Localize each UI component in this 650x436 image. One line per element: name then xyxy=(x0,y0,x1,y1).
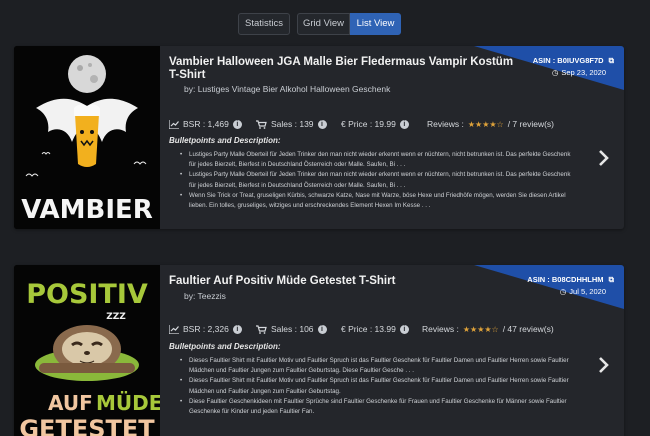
product-thumbnail[interactable]: POSITIV ZZZ AUF MÜDE GETESTET xyxy=(14,265,160,436)
list-item: Lustiges Party Malle Oberteil für Jeden … xyxy=(180,150,578,170)
product-card: VAMBIER Vambier Halloween JGA Malle Bier… xyxy=(14,46,624,229)
svg-text:MÜDE: MÜDE xyxy=(96,391,160,415)
asin-label: ASIN : B0IUVG8F7D ⧉ xyxy=(532,56,614,66)
list-item: Diese Faultier Geschenkideen mit Faultie… xyxy=(180,397,578,417)
star-rating: ★★★★☆ xyxy=(462,324,499,334)
grid-view-button[interactable]: Grid View xyxy=(297,13,350,35)
bulletpoints-list: Dieses Faultier Shirt mit Faultier Motiv… xyxy=(180,356,578,417)
svg-text:POSITIV: POSITIV xyxy=(26,279,148,310)
list-item: Wenn Sie Trick or Treat, gruseligen Kürb… xyxy=(180,191,578,211)
chart-icon xyxy=(169,119,179,129)
svg-text:ZZZ: ZZZ xyxy=(106,312,126,322)
cart-icon xyxy=(256,119,267,129)
chevron-right-icon[interactable] xyxy=(597,149,611,167)
publish-date: ◷ Jul 5, 2020 xyxy=(559,287,606,296)
svg-text:VAMBIER: VAMBIER xyxy=(21,195,153,225)
vambier-design-image: VAMBIER xyxy=(14,46,160,229)
svg-text:GETESTET: GETESTET xyxy=(19,415,155,436)
clock-icon: ◷ xyxy=(559,287,567,296)
clock-icon: ◷ xyxy=(551,68,559,77)
info-icon[interactable]: i xyxy=(232,119,242,129)
price-stat: € Price : 19.99 i xyxy=(341,119,409,129)
list-item: Lustiges Party Malle Oberteil für Jeden … xyxy=(180,170,578,190)
sales-stat: Sales : 139 i xyxy=(256,119,327,129)
info-icon[interactable]: i xyxy=(317,324,327,334)
copy-icon[interactable]: ⧉ xyxy=(609,275,614,285)
product-title-line-1[interactable]: Vambier Halloween JGA Malle Bier Flederm… xyxy=(169,56,513,69)
product-card: POSITIV ZZZ AUF MÜDE GETESTET Faultier A… xyxy=(14,265,624,436)
reviews-stat: Reviews : ★★★★☆ / 7 review(s) xyxy=(427,119,554,129)
list-item: Dieses Faultier Shirt mit Faultier Motiv… xyxy=(180,356,578,376)
bulletpoints-heading: Bulletpoints and Description: xyxy=(169,136,281,145)
statistics-button[interactable]: Statistics xyxy=(238,13,290,35)
publish-date: ◷ Sep 23, 2020 xyxy=(551,68,606,77)
star-rating: ★★★★☆ xyxy=(467,119,504,129)
product-title-line-2[interactable]: T-Shirt xyxy=(169,69,205,82)
view-toolbar: Statistics Grid View List View xyxy=(0,13,650,35)
svg-text:AUF: AUF xyxy=(48,391,93,415)
faultier-design-image: POSITIV ZZZ AUF MÜDE GETESTET xyxy=(14,265,160,436)
reviews-stat: Reviews : ★★★★☆ / 47 review(s) xyxy=(422,324,554,334)
asin-label: ASIN : B08CDHHLHM ⧉ xyxy=(527,275,614,285)
chart-icon xyxy=(169,324,179,334)
price-stat: € Price : 13.99 i xyxy=(341,324,409,334)
bsr-stat: BSR : 2,326 i xyxy=(169,324,242,334)
product-title-line-1[interactable]: Faultier Auf Positiv Müde Getestet T-Shi… xyxy=(169,275,395,288)
product-brand: by: Lustiges Vintage Bier Alkohol Hallow… xyxy=(184,84,391,94)
list-view-button[interactable]: List View xyxy=(350,13,401,35)
list-item: Dieses Faultier Shirt mit Faultier Motiv… xyxy=(180,376,578,396)
copy-icon[interactable]: ⧉ xyxy=(609,56,614,66)
chevron-right-icon[interactable] xyxy=(597,356,611,374)
cart-icon xyxy=(256,324,267,334)
info-icon[interactable]: i xyxy=(399,324,409,334)
bsr-stat: BSR : 1,469 i xyxy=(169,119,242,129)
sales-stat: Sales : 106 i xyxy=(256,324,327,334)
product-thumbnail[interactable]: VAMBIER xyxy=(14,46,160,229)
info-icon[interactable]: i xyxy=(232,324,242,334)
bulletpoints-heading: Bulletpoints and Description: xyxy=(169,342,281,351)
bulletpoints-list: Lustiges Party Malle Oberteil für Jeden … xyxy=(180,150,578,211)
info-icon[interactable]: i xyxy=(317,119,327,129)
info-icon[interactable]: i xyxy=(399,119,409,129)
product-brand: by: Teezzis xyxy=(184,291,226,301)
